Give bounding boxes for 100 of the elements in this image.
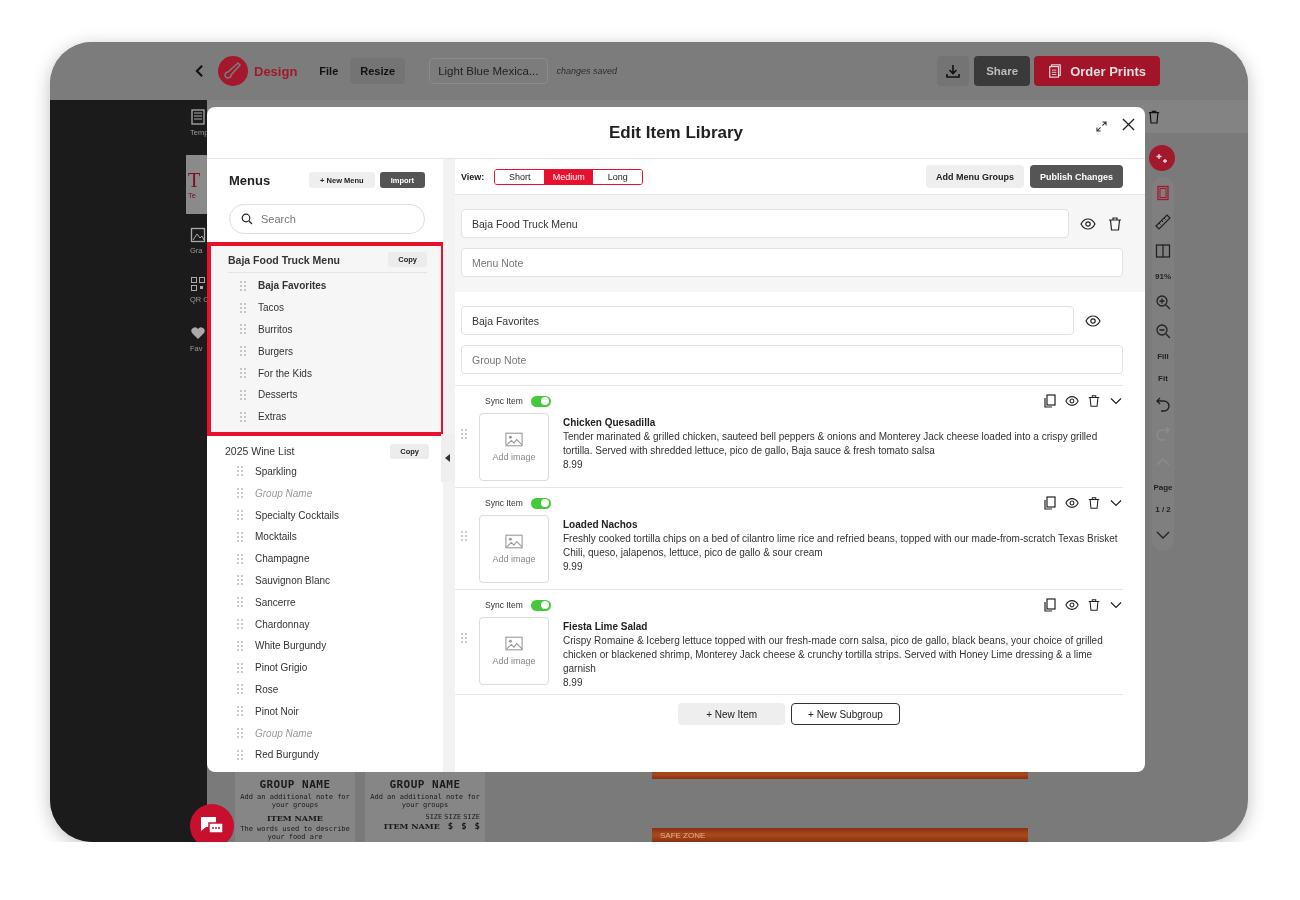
group-item[interactable]: Burritos	[258, 324, 293, 335]
trash-icon[interactable]	[1107, 215, 1123, 232]
drag-handle-icon[interactable]	[237, 684, 243, 695]
columns-icon[interactable]	[1155, 243, 1171, 259]
share-button[interactable]: Share	[974, 56, 1031, 86]
drag-handle-icon[interactable]	[237, 575, 243, 586]
copy-icon[interactable]	[1043, 394, 1057, 408]
menu-name[interactable]: Baja Food Truck Menu	[228, 253, 340, 266]
order-prints-button[interactable]: Order Prints	[1034, 56, 1160, 86]
preview-title: GROUP NAME	[259, 778, 331, 791]
expand-icon[interactable]	[1096, 121, 1107, 132]
zoom-out-icon[interactable]	[1155, 323, 1171, 339]
menu-name[interactable]: 2025 Wine List	[225, 445, 295, 458]
add-image-button[interactable]: Add image	[479, 413, 549, 481]
drag-handle-icon[interactable]	[461, 633, 467, 643]
group-item[interactable]: Pinot Grigio	[255, 662, 308, 674]
page-icon[interactable]	[1155, 185, 1171, 201]
drag-handle-icon[interactable]	[237, 510, 243, 521]
trash-icon[interactable]	[1087, 394, 1101, 408]
ruler-icon[interactable]	[1155, 214, 1171, 230]
menu-note-field[interactable]: Menu Note	[461, 248, 1123, 277]
eye-icon[interactable]	[1065, 496, 1079, 510]
drag-handle-icon[interactable]	[237, 597, 243, 608]
sync-toggle[interactable]	[530, 599, 551, 611]
group-item[interactable]: Champagne	[255, 553, 310, 565]
back-icon[interactable]	[195, 64, 204, 78]
add-element-button[interactable]	[1149, 145, 1175, 171]
drag-handle-icon[interactable]	[237, 749, 243, 760]
group-item[interactable]: Chardonnay	[255, 618, 310, 630]
zoom-in-icon[interactable]	[1155, 294, 1171, 310]
drag-handle-icon[interactable]	[240, 411, 246, 422]
group-item[interactable]: Pinot Noir	[255, 705, 299, 717]
qr-code-icon	[190, 276, 206, 292]
drag-handle-icon[interactable]	[237, 466, 243, 477]
copy-icon[interactable]	[1043, 598, 1057, 612]
group-name-field[interactable]: Baja Favorites	[461, 306, 1074, 335]
drag-handle-icon[interactable]	[237, 488, 243, 499]
eye-icon[interactable]	[1065, 598, 1079, 612]
app-name: Design	[254, 63, 298, 79]
add-image-button[interactable]: Add image	[479, 515, 549, 583]
trash-icon[interactable]	[1087, 496, 1101, 510]
add-image-button[interactable]: Add image	[479, 617, 549, 685]
group-item[interactable]: Rose	[255, 683, 279, 695]
drag-handle-icon[interactable]	[237, 728, 243, 739]
menus-heading: Menus	[229, 172, 271, 188]
sync-toggle[interactable]	[530, 395, 551, 407]
new-item-button[interactable]: + New Item	[678, 703, 786, 725]
eye-icon[interactable]	[1065, 394, 1079, 408]
group-item[interactable]: Sparkling	[255, 465, 297, 477]
drag-handle-icon[interactable]	[240, 346, 246, 357]
menu-button[interactable]: File	[311, 59, 347, 83]
document-title-field[interactable]: Light Blue Mexica...	[429, 58, 548, 84]
menu-name-field[interactable]: Baja Food Truck Menu	[461, 209, 1069, 238]
group-item[interactable]: Mocktails	[255, 531, 297, 543]
drag-handle-icon[interactable]	[240, 368, 246, 379]
fill-button[interactable]: Fill	[1157, 352, 1169, 361]
drag-handle-icon[interactable]	[461, 429, 467, 439]
view-option[interactable]: Medium	[544, 169, 594, 184]
drag-handle-icon[interactable]	[240, 324, 246, 335]
new-subgroup-button[interactable]: + New Subgroup	[791, 703, 900, 725]
drag-handle-icon[interactable]	[461, 531, 467, 541]
drag-handle-icon[interactable]	[237, 619, 243, 630]
sync-toggle[interactable]	[530, 497, 551, 509]
drag-handle-icon[interactable]	[237, 640, 243, 651]
add-menu-groups-button[interactable]: Add Menu Groups	[926, 165, 1024, 188]
trash-icon[interactable]	[1087, 598, 1101, 612]
copy-icon[interactable]	[1043, 496, 1057, 510]
close-icon[interactable]	[1122, 118, 1135, 131]
safe-zone-label: SAFE ZONE	[660, 830, 706, 840]
group-item[interactable]: For the Kids	[258, 367, 312, 379]
sync-label: Sync Item	[485, 396, 523, 406]
group-item[interactable]: Baja Favorites	[258, 280, 327, 292]
group-item[interactable]: Specialty Cocktails	[255, 509, 339, 521]
preview-price: $	[474, 821, 480, 831]
drag-handle-icon[interactable]	[237, 531, 243, 542]
group-item[interactable]: Sancerre	[255, 596, 296, 608]
chat-button[interactable]	[190, 804, 234, 842]
group-item[interactable]: Sauvignon Blanc	[255, 574, 331, 586]
download-button[interactable]	[937, 56, 970, 86]
drag-handle-icon[interactable]	[240, 389, 246, 400]
drag-handle-icon[interactable]	[240, 280, 246, 291]
drag-handle-icon[interactable]	[240, 302, 246, 313]
search-field[interactable]: Search	[229, 204, 425, 234]
fit-button[interactable]: Fit	[1158, 374, 1168, 383]
group-item[interactable]: Extras	[258, 411, 287, 423]
group-item[interactable]: Desserts	[258, 389, 298, 401]
publish-changes-button[interactable]: Publish Changes	[1030, 165, 1123, 188]
group-item[interactable]: White Burgundy	[255, 640, 327, 652]
eye-icon[interactable]	[1085, 312, 1101, 329]
eye-icon[interactable]	[1080, 215, 1096, 232]
group-item[interactable]: Tacos	[258, 302, 285, 314]
group-item[interactable]: Burgers	[258, 345, 293, 357]
group-item[interactable]: Red Burgundy	[255, 749, 319, 761]
dialog-title: Edit Item Library	[608, 122, 744, 143]
menu-button[interactable]: Resize	[350, 58, 406, 84]
group-note-field[interactable]: Group Note	[461, 345, 1123, 374]
drag-handle-icon[interactable]	[237, 553, 243, 564]
undo-icon[interactable]	[1155, 396, 1171, 412]
drag-handle-icon[interactable]	[237, 662, 243, 673]
drag-handle-icon[interactable]	[237, 706, 243, 717]
